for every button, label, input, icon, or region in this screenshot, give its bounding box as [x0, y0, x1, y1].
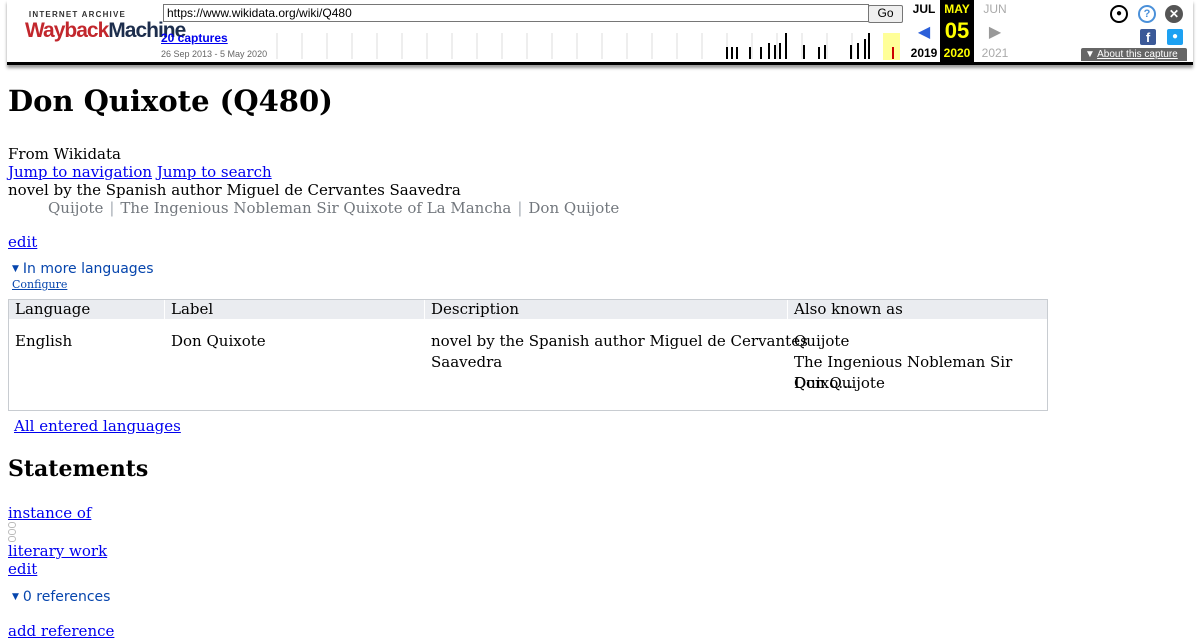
capture-date-range: 26 Sep 2013 - 5 May 2020 — [161, 49, 268, 59]
from-wikidata: From Wikidata — [8, 145, 121, 163]
header-also-known-as: Also known as — [794, 300, 903, 318]
current-day: 05 — [944, 18, 970, 43]
alias: The Ingenious Nobleman Sir Quixote of La… — [120, 199, 512, 217]
row-description: Saavedra — [431, 353, 503, 371]
alias-separator: | — [109, 199, 115, 217]
page-title: Don Quixote (Q480) — [8, 84, 333, 118]
prev-year: 2019 — [910, 46, 938, 60]
alias-separator: | — [517, 199, 523, 217]
more-languages-label: In more languages — [22, 261, 154, 277]
add-reference-link[interactable]: add reference — [8, 622, 114, 640]
about-capture-label: About this capture — [1097, 49, 1178, 60]
calendar-prev[interactable]: JUL ◀ 2019 — [907, 0, 941, 62]
current-year-highlight — [883, 33, 900, 60]
calendar-next: JUN ▶ 2021 — [978, 0, 1012, 62]
configure-link[interactable]: Configure — [12, 278, 67, 291]
row-description: novel by the Spanish author Miguel de Ce… — [431, 332, 808, 350]
next-arrow-icon: ▶ — [988, 24, 1002, 41]
alias: Don Quijote — [528, 199, 620, 217]
help-icon[interactable]: ? — [1138, 5, 1156, 23]
property-instance-of-link[interactable]: instance of — [8, 504, 91, 522]
user-icon[interactable]: ● — [1110, 5, 1128, 23]
capture-sparkline[interactable] — [275, 31, 900, 61]
logo-internet-archive-text: INTERNET ARCHIVE — [28, 10, 127, 19]
current-year: 2020 — [943, 46, 971, 60]
logo-wayback-machine-text: WaybackMachine — [25, 19, 186, 42]
all-entered-languages-link[interactable]: All entered languages — [14, 417, 181, 435]
rank-selector-icon[interactable] — [8, 522, 16, 542]
calendar-current: MAY 05 2020 — [940, 0, 974, 62]
row-language: English — [15, 332, 73, 350]
more-languages-toggle[interactable]: ▼ In more languages — [12, 260, 154, 278]
header-label: Label — [171, 300, 214, 318]
row-label: Don Quixote — [171, 332, 266, 350]
caret-down-icon: ▼ — [12, 264, 19, 274]
close-icon[interactable]: ✕ — [1165, 5, 1183, 23]
column-divider — [164, 300, 165, 319]
value-literary-work-link[interactable]: literary work — [8, 542, 107, 560]
caret-down-icon: ▼ — [12, 592, 19, 602]
jump-to-navigation-link[interactable]: Jump to navigation — [8, 163, 152, 181]
facebook-icon[interactable]: f — [1140, 29, 1156, 45]
year-grid — [276, 33, 853, 59]
capture-bars — [726, 33, 870, 59]
captures-link[interactable]: 20 captures — [161, 31, 228, 45]
twitter-icon[interactable]: ● — [1167, 29, 1183, 45]
item-aliases: Quijote | The Ingenious Nobleman Sir Quixo… — [48, 199, 619, 217]
next-year: 2021 — [981, 46, 1009, 60]
item-description: novel by the Spanish author Miguel de Ce… — [8, 181, 461, 199]
statements-heading: Statements — [8, 456, 149, 482]
go-button[interactable]: Go — [868, 5, 903, 23]
references-label: 0 references — [22, 589, 111, 605]
jump-to-search-link[interactable]: Jump to search — [157, 163, 272, 181]
wayback-logo[interactable]: INTERNET ARCHIVE WaybackMachine — [25, 10, 186, 50]
column-divider — [787, 300, 788, 319]
wayback-url-input[interactable] — [163, 4, 869, 22]
next-month: JUN — [983, 2, 1007, 16]
column-divider — [424, 300, 425, 319]
row-alias: Don Quijote — [794, 374, 885, 392]
row-alias: Quijote — [794, 332, 850, 350]
prev-month: JUL — [912, 2, 936, 16]
current-month: MAY — [944, 2, 970, 16]
caret-down-icon: ▼ — [1085, 49, 1098, 60]
languages-table: Language Label Description Also known as… — [8, 299, 1048, 411]
header-language: Language — [15, 300, 91, 318]
header-description: Description — [431, 300, 520, 318]
wayback-toolbar: INTERNET ARCHIVE WaybackMachine Go 20 ca… — [7, 0, 1193, 65]
edit-statement-link[interactable]: edit — [8, 560, 37, 578]
edit-terms-link[interactable]: edit — [8, 233, 37, 251]
prev-arrow-icon[interactable]: ◀ — [907, 22, 941, 42]
about-capture-button[interactable]: ▼ About this capture — [1081, 48, 1187, 61]
alias: Quijote — [48, 199, 104, 217]
capture-calendar: JUL ◀ 2019 MAY 05 2020 JUN ▶ 2021 — [907, 0, 1012, 62]
jump-links: Jump to navigation Jump to search — [8, 163, 272, 181]
table-header-row: Language Label Description Also known as — [9, 300, 1047, 319]
references-toggle[interactable]: ▼ 0 references — [12, 588, 110, 606]
